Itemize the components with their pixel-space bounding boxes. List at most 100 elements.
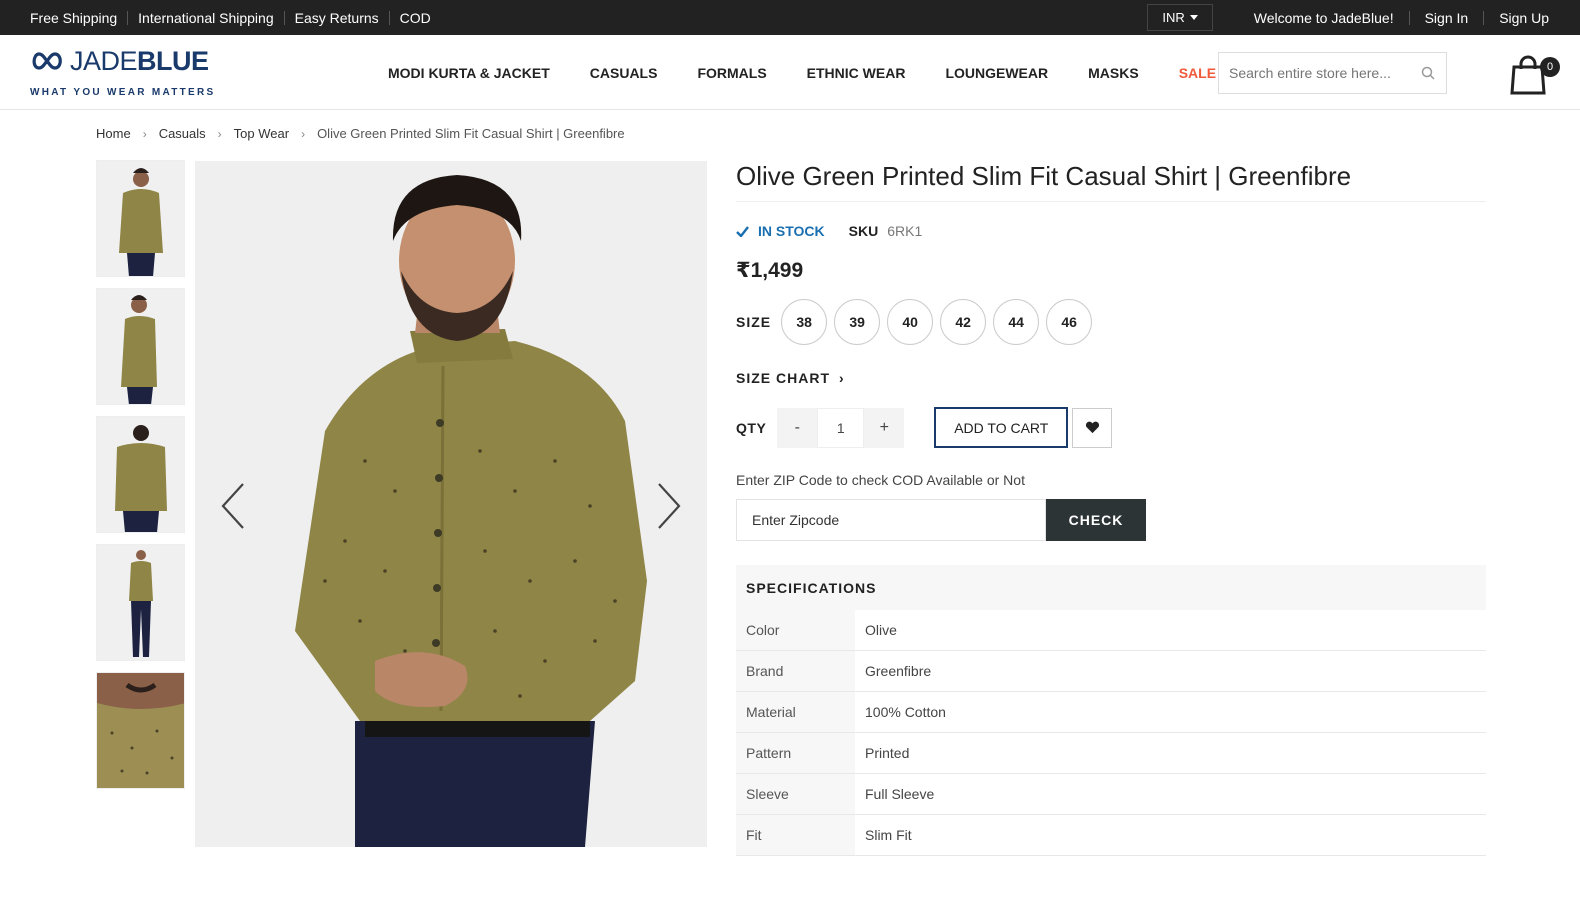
spec-key: Brand: [736, 651, 855, 691]
chevron-right-icon: ›: [839, 370, 844, 386]
qty-input[interactable]: 1: [817, 407, 865, 448]
specifications-heading-text: SPECIFICATIONS: [746, 579, 877, 596]
breadcrumb-home[interactable]: Home: [96, 126, 131, 141]
nav-formals[interactable]: FORMALS: [677, 65, 786, 81]
check-button[interactable]: CHECK: [1046, 499, 1146, 541]
logo-tagline: WHAT YOU WEAR MATTERS: [30, 87, 216, 98]
product-title: Olive Green Printed Slim Fit Casual Shir…: [736, 160, 1486, 202]
breadcrumb-casuals[interactable]: Casuals: [159, 126, 206, 141]
thumbnail-list: [96, 160, 185, 800]
chevron-right-icon: ›: [301, 126, 306, 141]
next-image-arrow[interactable]: [653, 481, 683, 531]
zipcode-input[interactable]: Enter Zipcode: [736, 499, 1046, 541]
nav-masks[interactable]: MASKS: [1068, 65, 1159, 81]
specifications-table: SPECIFICATIONS Color Olive Brand Greenfi…: [736, 565, 1486, 856]
logo-word-bold: BLUE: [137, 46, 209, 76]
search-box: [1218, 52, 1447, 94]
main-nav: MODI KURTA & JACKET CASUALS FORMALS ETHN…: [368, 35, 1236, 110]
product-price: ₹1,499: [736, 259, 804, 282]
caret-down-icon: [1189, 15, 1198, 20]
sign-up-link[interactable]: Sign Up: [1483, 10, 1564, 25]
size-option-40[interactable]: 40: [887, 299, 934, 345]
qty-decrease-button[interactable]: -: [777, 407, 818, 448]
sku-label: SKU: [848, 223, 879, 239]
heart-icon: [1085, 421, 1099, 434]
welcome-text: Welcome to JadeBlue!: [1253, 9, 1394, 26]
size-options: 38 39 40 42 44 46: [781, 299, 1099, 345]
top-bar: Free Shipping International Shipping Eas…: [0, 0, 1580, 35]
thumbnail-side[interactable]: [96, 288, 185, 405]
chevron-right-icon: ›: [142, 126, 147, 141]
spec-key: Material: [736, 692, 855, 732]
infinity-logo-icon: [32, 52, 62, 70]
logo-word-light: JADE: [70, 46, 138, 76]
breadcrumb-current: Olive Green Printed Slim Fit Casual Shir…: [317, 126, 625, 141]
size-option-38[interactable]: 38: [781, 299, 828, 345]
size-option-46[interactable]: 46: [1046, 299, 1093, 345]
sign-in-link[interactable]: Sign In: [1408, 10, 1484, 25]
thumbnail-back[interactable]: [96, 416, 185, 533]
cart-count-badge: 0: [1540, 57, 1560, 77]
breadcrumb-top-wear[interactable]: Top Wear: [234, 126, 289, 141]
zip-check-label: Enter ZIP Code to check COD Available or…: [736, 472, 1025, 488]
chevron-right-icon: ›: [217, 126, 222, 141]
spec-row-color: Color Olive: [736, 610, 1486, 651]
cod-link[interactable]: COD: [388, 10, 441, 25]
size-row: SIZE 38 39 40 42 44 46: [736, 299, 1486, 345]
spec-value: 100% Cotton: [865, 704, 946, 720]
sku-value: 6RK1: [887, 223, 923, 239]
thumbnail-front[interactable]: [96, 160, 185, 277]
thumbnail-image: [129, 550, 153, 657]
nav-ethnic-wear[interactable]: ETHNIC WEAR: [787, 65, 926, 81]
product-info: Olive Green Printed Slim Fit Casual Shir…: [736, 160, 1486, 856]
currency-selector[interactable]: INR: [1147, 4, 1213, 31]
stock-text: IN STOCK: [758, 223, 825, 239]
check-icon: [736, 225, 749, 237]
spec-key: Fit: [736, 815, 855, 855]
top-bar-links: Free Shipping International Shipping Eas…: [30, 0, 441, 35]
size-option-42[interactable]: 42: [940, 299, 987, 345]
thumbnail-closeup[interactable]: [96, 672, 185, 789]
search-input[interactable]: [1229, 65, 1417, 81]
easy-returns-link[interactable]: Easy Returns: [283, 10, 389, 25]
size-option-39[interactable]: 39: [834, 299, 881, 345]
search-icon[interactable]: [1421, 66, 1435, 80]
nav-modi-kurta-jacket[interactable]: MODI KURTA & JACKET: [368, 65, 570, 81]
spec-key: Pattern: [736, 733, 855, 773]
breadcrumb: Home › Casuals › Top Wear › Olive Green …: [96, 126, 625, 141]
prev-image-arrow[interactable]: [219, 481, 249, 531]
thumbnail-full-length[interactable]: [96, 544, 185, 661]
qty-label: QTY: [736, 419, 767, 436]
quantity-stepper: - 1 +: [777, 407, 905, 448]
thumbnail-image: [115, 425, 167, 532]
top-bar-account: INR Welcome to JadeBlue! Sign In Sign Up: [1147, 0, 1564, 35]
zip-check-row: Enter Zipcode CHECK: [736, 499, 1486, 541]
international-shipping-link[interactable]: International Shipping: [127, 10, 283, 25]
add-to-cart-button[interactable]: ADD TO CART: [934, 407, 1069, 448]
stock-status: IN STOCK: [736, 223, 825, 239]
spec-value: Printed: [865, 745, 910, 761]
size-chart-link[interactable]: SIZE CHART ›: [736, 370, 1486, 386]
jadeblue-logo[interactable]: JADEBLUE WHAT YOU WEAR MATTERS: [30, 46, 213, 101]
site-header: JADEBLUE WHAT YOU WEAR MATTERS MODI KURT…: [0, 35, 1580, 110]
specifications-heading: SPECIFICATIONS: [736, 565, 1486, 610]
spec-key: Sleeve: [736, 774, 855, 814]
size-option-44[interactable]: 44: [993, 299, 1040, 345]
spec-row-sleeve: Sleeve Full Sleeve: [736, 774, 1486, 815]
spec-value: Full Sleeve: [865, 786, 935, 802]
spec-value: Slim Fit: [865, 827, 912, 843]
free-shipping-link[interactable]: Free Shipping: [30, 11, 127, 25]
thumbnail-image: [119, 168, 163, 276]
cart-button[interactable]: 0: [1510, 51, 1560, 97]
nav-casuals[interactable]: CASUALS: [570, 65, 678, 81]
logo-wordmark: JADEBLUE: [70, 46, 209, 76]
spec-value: Greenfibre: [865, 663, 932, 679]
thumbnail-image: [97, 673, 184, 775]
qty-increase-button[interactable]: +: [864, 407, 905, 448]
main-product-image[interactable]: [195, 161, 707, 847]
spec-key: Color: [736, 610, 855, 650]
qty-cart-row: QTY - 1 + ADD TO CART: [736, 407, 1486, 448]
nav-loungewear[interactable]: LOUNGEWEAR: [925, 65, 1068, 81]
wishlist-button[interactable]: [1072, 407, 1113, 448]
spec-value: Olive: [865, 622, 897, 638]
